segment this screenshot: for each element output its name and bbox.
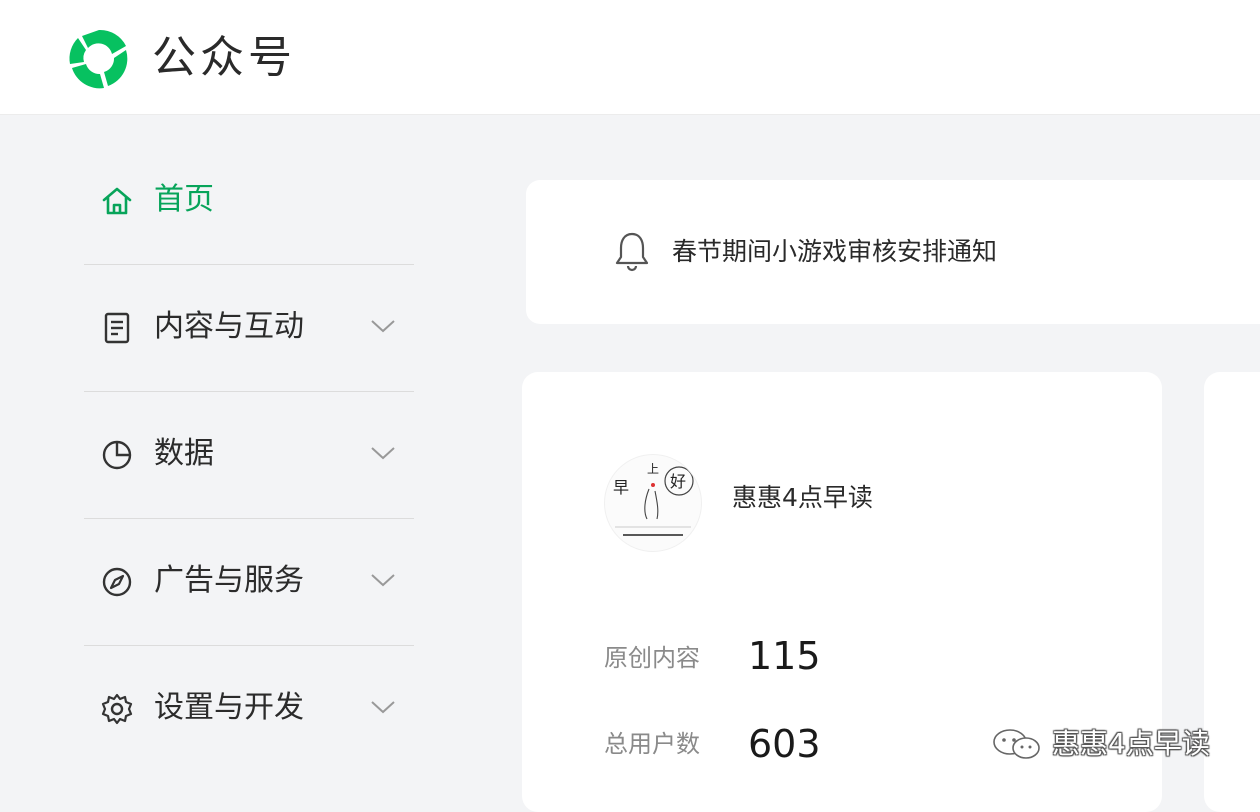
watermark-text: 惠惠4点早读 — [1052, 727, 1210, 760]
avatar-char-c: 好 — [670, 472, 686, 491]
stat-value-users[interactable]: 603 — [748, 722, 821, 766]
sidebar-item-label: 内容与互动 — [154, 309, 304, 344]
notice-link[interactable]: 春节期间小游戏审核安排通知 — [672, 232, 997, 272]
sidebar-item-label: 设置与开发 — [154, 690, 304, 725]
sidebar-item-settings-dev[interactable]: 设置与开发 — [84, 646, 414, 772]
wechat-bubble-icon — [993, 729, 1040, 759]
secondary-card — [1204, 372, 1260, 812]
home-icon — [102, 187, 132, 215]
bell-icon — [615, 232, 649, 272]
sidebar-item-content-interaction[interactable]: 内容与互动 — [84, 265, 414, 392]
document-icon — [104, 312, 130, 344]
sidebar-item-home[interactable]: 首页 — [84, 138, 414, 265]
pie-chart-icon — [102, 440, 132, 470]
stat-value-original[interactable]: 115 — [748, 634, 821, 678]
gear-icon — [101, 693, 133, 725]
stat-label-original: 原创内容 — [604, 644, 700, 672]
chevron-down-icon[interactable] — [370, 571, 396, 589]
top-bar: 公众号 — [0, 0, 1260, 115]
sidebar-item-label: 数据 — [154, 436, 214, 471]
wechat-official-logo-icon[interactable] — [64, 24, 134, 94]
avatar-char-b: 上 — [647, 462, 659, 476]
chevron-down-icon[interactable] — [370, 698, 396, 716]
sidebar-item-ads-services[interactable]: 广告与服务 — [84, 519, 414, 646]
avatar-char-a: 早 — [613, 478, 629, 497]
stat-label-users: 总用户数 — [604, 730, 700, 758]
compass-icon — [102, 567, 132, 597]
notice-banner[interactable]: 春节期间小游戏审核安排通知 — [526, 180, 1260, 324]
sidebar-item-label: 首页 — [154, 182, 214, 217]
sidebar-item-data[interactable]: 数据 — [84, 392, 414, 519]
sidebar-item-label: 广告与服务 — [154, 563, 304, 598]
brand-title: 公众号 — [152, 32, 296, 83]
chevron-down-icon[interactable] — [370, 317, 396, 335]
avatar[interactable]: 早 上 好 — [604, 454, 702, 552]
account-name: 惠惠4点早读 — [732, 483, 873, 512]
sidebar-nav: 首页 内容与互动 数据 广告与服务 设置与开发 — [84, 138, 414, 772]
avatar-image-icon: 早 上 好 — [613, 462, 694, 536]
chevron-down-icon[interactable] — [370, 444, 396, 462]
watermark: 惠惠4点早读 — [990, 722, 1210, 766]
